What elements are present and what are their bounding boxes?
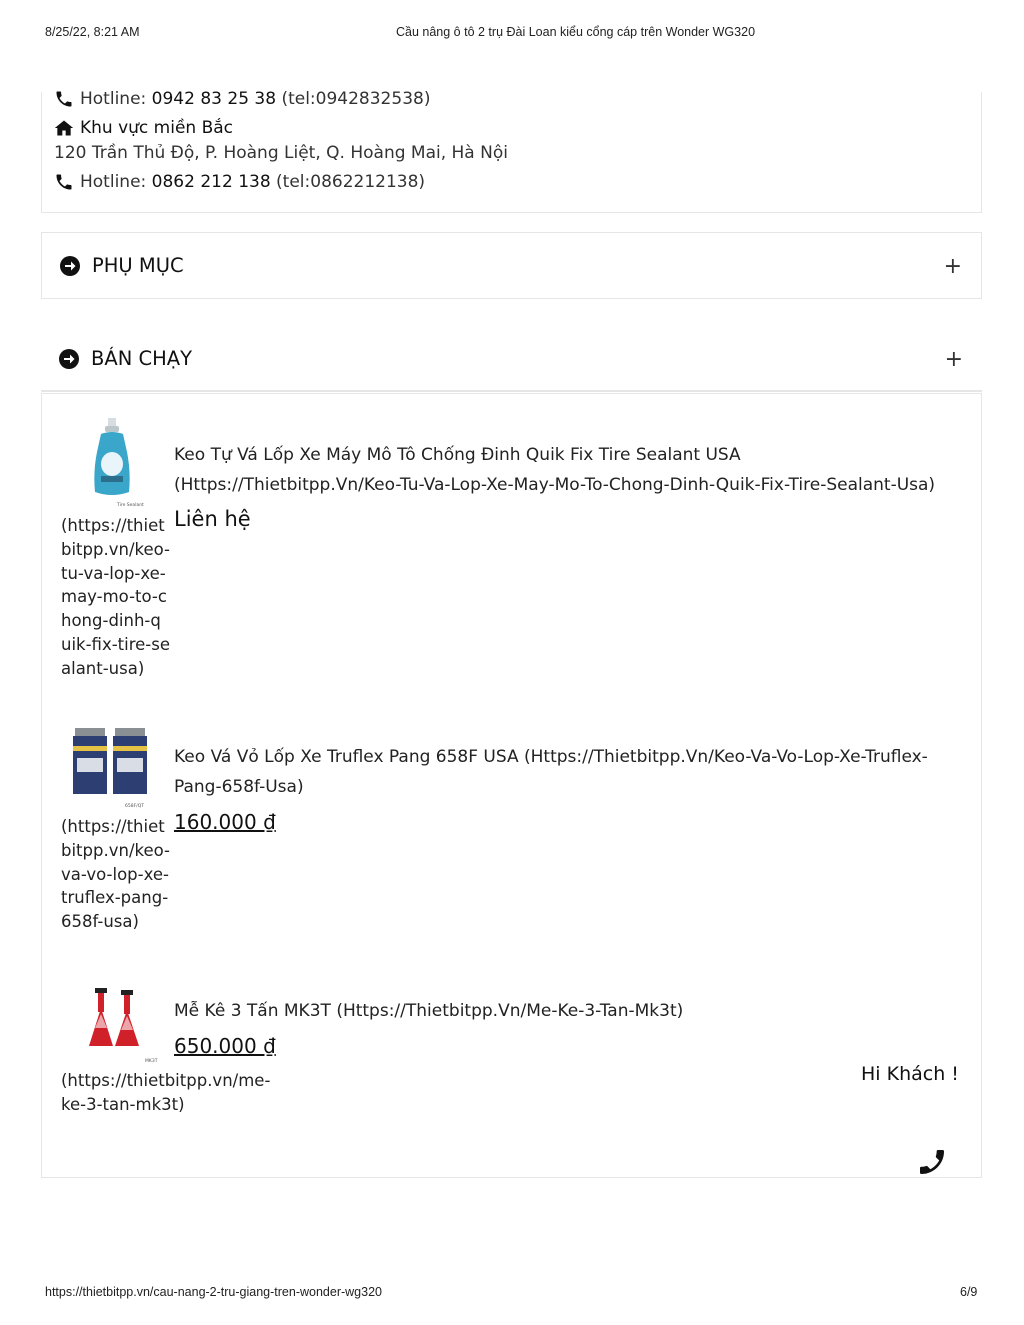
phu-muc-header[interactable]: PHỤ MỤC (60, 254, 184, 277)
ban-chay-expand-icon[interactable]: + (945, 347, 963, 372)
hotline-2-number[interactable]: 0862 212 138 (152, 172, 271, 192)
home-icon (54, 120, 74, 136)
call-phone-icon[interactable] (916, 1146, 948, 1178)
product-link[interactable]: (https://thietbitpp.vn/me-ke-3-tan-mk3t) (61, 1069, 276, 1117)
phu-muc-expand-icon[interactable]: + (944, 254, 962, 279)
print-page-title: Cầu nâng ô tô 2 trụ Đài Loan kiểu cổng c… (396, 25, 756, 39)
ban-chay-header[interactable]: BÁN CHẠY (59, 347, 192, 370)
hotline-2-tel[interactable]: (tel:0862212138) (276, 172, 425, 192)
hotline-2[interactable]: Hotline: 0862 212 138 (tel:0862212138) (54, 172, 425, 192)
product-image-caption: Tire Sealant (116, 502, 144, 508)
phone-icon (56, 91, 72, 107)
address: 120 Trần Thủ Độ, P. Hoàng Liệt, Q. Hoàng… (54, 143, 508, 163)
jack-stands-image: MK3T (89, 988, 158, 1064)
product-image-caption: 658F/QT (125, 803, 144, 809)
product-name[interactable]: Keo Tự Vá Lốp Xe Máy Mô Tô Chống Đinh Qu… (174, 440, 964, 500)
hotline-1-label: Hotline: (80, 89, 147, 109)
product-price: Liên hệ (174, 507, 251, 531)
product-name[interactable]: Keo Vá Vỏ Lốp Xe Truflex Pang 658F USA (… (174, 742, 964, 802)
hotline-1[interactable]: Hotline: 0942 83 25 38 (tel:0942832538) (54, 89, 430, 109)
hotline-2-label: Hotline: (80, 172, 147, 192)
phone-icon (56, 174, 72, 190)
product-price: 160.000 ₫ (174, 810, 276, 834)
phu-muc-title: PHỤ MỤC (92, 254, 184, 277)
product-image[interactable]: Tire Sealant (61, 412, 159, 508)
product-name[interactable]: Mễ Kê 3 Tấn MK3T (Https://Thietbitpp.Vn/… (174, 996, 964, 1026)
ban-chay-title: BÁN CHẠY (91, 347, 193, 370)
circle-arrow-right-icon (59, 348, 79, 369)
tire-sealant-bottle-image: Tire Sealant (94, 418, 144, 508)
section-divider (41, 390, 982, 392)
product-image-caption: MK3T (145, 1058, 158, 1064)
product-price: 650.000 ₫ (174, 1034, 276, 1058)
circle-arrow-right-icon (60, 255, 80, 276)
chat-greeting[interactable]: Hi Khách ! (861, 1063, 959, 1085)
product-image[interactable]: MK3T (61, 968, 159, 1064)
product-link[interactable]: (https://thietbitpp.vn/keo-va-vo-lop-xe-… (61, 815, 171, 934)
print-datetime: 8/25/22, 8:21 AM (45, 25, 140, 39)
print-footer-url: https://thietbitpp.vn/cau-nang-2-tru-gia… (45, 1285, 382, 1299)
hotline-1-tel[interactable]: (tel:0942832538) (281, 89, 430, 109)
print-page-number: 6/9 (960, 1285, 978, 1299)
region-heading: Khu vực miền Bắc (54, 118, 233, 138)
product-image[interactable]: 658F/QT (61, 716, 159, 812)
hotline-1-number[interactable]: 0942 83 25 38 (152, 89, 276, 109)
truflex-cans-image: 658F/QT (73, 728, 147, 809)
region-title: Khu vực miền Bắc (80, 118, 234, 138)
product-link[interactable]: (https://thietbitpp.vn/keo-tu-va-lop-xe-… (61, 514, 171, 681)
